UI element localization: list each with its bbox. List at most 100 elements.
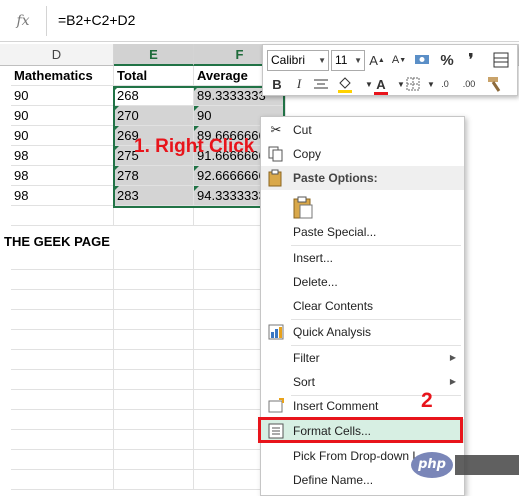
empty-cell[interactable] [11, 290, 114, 310]
percent-style-icon[interactable]: % [437, 50, 457, 70]
menu-item-label: Filter [293, 351, 320, 365]
empty-cell[interactable] [11, 470, 114, 490]
menu-item-insert[interactable]: Insert... [261, 246, 464, 270]
empty-cell[interactable] [11, 390, 114, 410]
error-indicator-icon [194, 166, 199, 171]
borders-icon[interactable] [403, 74, 423, 94]
empty-cell[interactable] [114, 410, 194, 430]
align-lines-icon [314, 79, 328, 89]
increase-font-icon[interactable]: A ▲ [367, 50, 387, 70]
error-indicator-icon [114, 146, 119, 151]
quick-analysis-icon [267, 323, 285, 341]
php-logo: php [411, 452, 453, 478]
menu-item-insert-comment[interactable]: Insert Comment [261, 394, 464, 418]
font-size-box[interactable]: 11 ▼ [331, 50, 365, 71]
formula-input[interactable]: =B2+C2+D2 [58, 12, 135, 28]
cell-header-mathematics[interactable]: Mathematics [11, 66, 114, 86]
cell-math[interactable]: 98 [11, 146, 114, 166]
cell-total[interactable]: 268 [114, 86, 194, 106]
empty-cell[interactable] [11, 430, 114, 450]
italic-icon[interactable]: I [289, 74, 309, 94]
chevron-down-icon: ▼ [354, 56, 362, 65]
comma-style-icon[interactable]: ❜ [461, 50, 481, 70]
empty-cell[interactable] [114, 206, 194, 226]
empty-cell[interactable] [114, 370, 194, 390]
border-grid-icon [406, 77, 420, 91]
menu-item-filter[interactable]: Filter ▶ [261, 346, 464, 370]
currency-icon [415, 55, 429, 64]
empty-cell[interactable] [114, 450, 194, 470]
paintbrush-icon [488, 77, 501, 92]
menu-item-label: Insert... [293, 251, 334, 265]
accounting-format-icon[interactable] [413, 50, 433, 70]
empty-cell[interactable] [114, 290, 194, 310]
empty-cell[interactable] [11, 370, 114, 390]
menu-item-sort[interactable]: Sort ▶ [261, 370, 464, 394]
empty-cell[interactable] [114, 350, 194, 370]
menu-item-paste-special[interactable]: Paste Special... [261, 220, 464, 244]
menu-item-clear-contents[interactable]: Clear Contents [261, 294, 464, 318]
increase-decimal-icon[interactable]: .0 [435, 74, 455, 94]
empty-cell[interactable] [114, 310, 194, 330]
empty-cell[interactable] [114, 250, 194, 270]
decrease-font-icon[interactable]: A ▼ [389, 50, 409, 70]
paste-option-button[interactable] [261, 192, 464, 222]
error-indicator-icon [114, 106, 119, 111]
cell-math[interactable]: 98 [11, 186, 114, 206]
copy-icon [267, 145, 285, 163]
menu-item-delete[interactable]: Delete... [261, 270, 464, 294]
submenu-arrow-icon: ▶ [449, 377, 456, 386]
function-icon[interactable]: fx [0, 4, 46, 38]
format-table-icon[interactable] [491, 50, 511, 70]
empty-cell[interactable] [11, 270, 114, 290]
table-icon [493, 52, 509, 68]
align-center-icon[interactable] [311, 74, 331, 94]
cell-total[interactable]: 278 [114, 166, 194, 186]
cell-average-value: 90 [197, 108, 212, 123]
mini-toolbar: Calibri ▼ 11 ▼ A ▲ A ▼ % ❜ B I ▼ A ▼ ▼ .0 .0… [262, 44, 518, 96]
menu-item-label: Define Name... [293, 473, 374, 487]
empty-cell[interactable] [114, 470, 194, 490]
cell-math[interactable]: 90 [11, 106, 114, 126]
bold-icon[interactable]: B [267, 74, 287, 94]
cell-total[interactable]: 283 [114, 186, 194, 206]
menu-item-label: Sort [293, 375, 316, 389]
menu-item-cut[interactable]: ✂ Cut [261, 118, 464, 142]
menu-item-copy[interactable]: Copy [261, 142, 464, 166]
column-header-d[interactable]: D [0, 44, 114, 66]
column-header-e[interactable]: E [114, 44, 194, 66]
format-painter-icon[interactable] [485, 74, 505, 94]
scissors-icon: ✂ [270, 122, 282, 137]
paste-options-header: Paste Options: [261, 166, 464, 190]
font-color-icon[interactable]: A [371, 74, 391, 95]
decrease-decimal-icon[interactable]: .00 [459, 74, 479, 94]
cell-total[interactable]: 270 [114, 106, 194, 126]
cell-average-value: 92.6666666 [197, 168, 266, 183]
empty-cell[interactable] [11, 350, 114, 370]
step-2-annotation: 2 [421, 389, 433, 412]
empty-cell[interactable] [114, 270, 194, 290]
empty-cell[interactable] [114, 430, 194, 450]
geek-page-text[interactable]: THE GEEK PAGE [4, 234, 110, 249]
empty-cell[interactable] [11, 310, 114, 330]
empty-cell[interactable] [11, 450, 114, 470]
cell-total-value: 270 [117, 108, 139, 123]
menu-item-quick-analysis[interactable]: Quick Analysis [261, 320, 464, 344]
formula-bar: fx =B2+C2+D2 [0, 0, 519, 42]
cell-total-value: 278 [117, 168, 139, 183]
empty-cell[interactable] [114, 390, 194, 410]
cell-math[interactable]: 90 [11, 126, 114, 146]
empty-cell[interactable] [11, 250, 114, 270]
empty-cell[interactable] [11, 206, 114, 226]
formula-bar-divider [46, 6, 47, 36]
empty-cell[interactable] [11, 410, 114, 430]
cell-math[interactable]: 98 [11, 166, 114, 186]
empty-cell[interactable] [11, 330, 114, 350]
cell-math[interactable]: 90 [11, 86, 114, 106]
empty-cell[interactable] [114, 330, 194, 350]
fill-color-icon[interactable] [335, 74, 355, 94]
font-name-box[interactable]: Calibri ▼ [267, 50, 329, 71]
cell-header-total[interactable]: Total [114, 66, 194, 86]
menu-item-label: Delete... [293, 275, 338, 289]
menu-item-label: Clear Contents [293, 299, 374, 313]
